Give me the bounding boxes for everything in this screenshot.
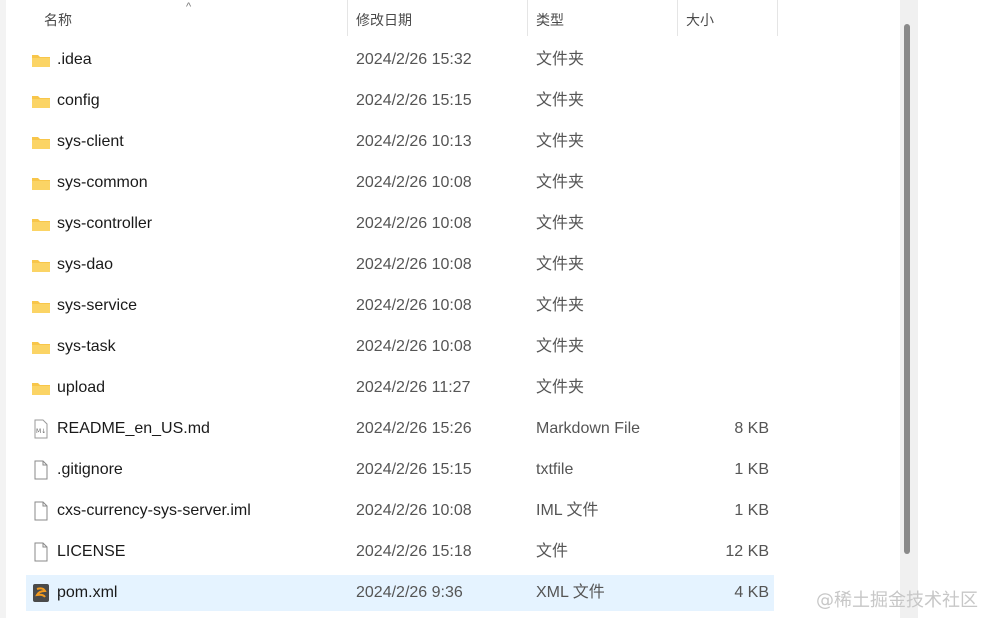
- file-row[interactable]: config 2024/2/26 15:15 文件夹: [26, 83, 774, 119]
- file-modified-date: 2024/2/26 10:08: [356, 297, 472, 314]
- markdown-file-icon: M↓: [31, 419, 51, 439]
- file-row[interactable]: M↓ README_en_US.md 2024/2/26 15:26 Markdown…: [26, 411, 774, 447]
- folder-icon: [31, 298, 51, 314]
- folder-icon: [31, 257, 51, 273]
- file-row[interactable]: LICENSE 2024/2/26 15:18 文件 12 KB: [26, 534, 774, 570]
- file-type: XML 文件: [536, 584, 605, 601]
- file-modified-date: 2024/2/26 9:36: [356, 584, 463, 601]
- column-header-type-label: 类型: [536, 12, 564, 28]
- file-modified-date: 2024/2/26 15:18: [356, 543, 472, 560]
- file-modified-date: 2024/2/26 15:15: [356, 92, 472, 109]
- folder-icon: [31, 216, 51, 232]
- file-size: 4 KB: [734, 584, 769, 601]
- file-name: upload: [57, 379, 106, 396]
- folder-icon: [31, 93, 51, 109]
- file-modified-date: 2024/2/26 15:15: [356, 461, 472, 478]
- file-type: IML 文件: [536, 502, 599, 519]
- file-name: pom.xml: [57, 584, 118, 601]
- file-modified-date: 2024/2/26 15:26: [356, 420, 472, 437]
- file-row[interactable]: pom.xml 2024/2/26 9:36 XML 文件 4 KB: [26, 575, 774, 611]
- file-row[interactable]: upload 2024/2/26 11:27 文件夹: [26, 370, 774, 406]
- file-name: .idea: [57, 51, 92, 68]
- file-size: 1 KB: [734, 502, 769, 519]
- file-name: config: [57, 92, 100, 109]
- column-header-size-label: 大小: [686, 12, 714, 28]
- column-header: 名称 ^ 修改日期 类型 大小: [0, 0, 900, 36]
- file-row[interactable]: sys-dao 2024/2/26 10:08 文件夹: [26, 247, 774, 283]
- file-row[interactable]: .gitignore 2024/2/26 15:15 txtfile 1 KB: [26, 452, 774, 488]
- column-header-size[interactable]: 大小: [678, 0, 778, 36]
- file-type: 文件夹: [536, 133, 585, 150]
- file-type: 文件夹: [536, 51, 585, 68]
- file-row[interactable]: sys-service 2024/2/26 10:08 文件夹: [26, 288, 774, 324]
- folder-icon: [31, 134, 51, 150]
- file-type: txtfile: [536, 461, 574, 478]
- xml-file-icon: [31, 583, 51, 602]
- file-row[interactable]: sys-controller 2024/2/26 10:08 文件夹: [26, 206, 774, 242]
- file-modified-date: 2024/2/26 10:08: [356, 215, 472, 232]
- left-edge: [0, 0, 6, 618]
- file-modified-date: 2024/2/26 10:08: [356, 502, 472, 519]
- file-name: sys-dao: [57, 256, 114, 273]
- file-name: sys-common: [57, 174, 148, 191]
- scrollbar-thumb[interactable]: [904, 24, 910, 554]
- file-icon: [31, 460, 51, 480]
- folder-icon: [31, 339, 51, 355]
- file-type: 文件夹: [536, 338, 585, 355]
- file-row[interactable]: sys-client 2024/2/26 10:13 文件夹: [26, 124, 774, 160]
- file-modified-date: 2024/2/26 11:27: [356, 379, 471, 396]
- file-type: 文件夹: [536, 92, 585, 109]
- column-header-type[interactable]: 类型: [528, 0, 678, 36]
- file-size: 1 KB: [734, 461, 769, 478]
- column-header-date[interactable]: 修改日期: [348, 0, 528, 36]
- file-icon: [31, 542, 51, 562]
- column-header-name[interactable]: 名称: [36, 0, 348, 36]
- column-header-name-label: 名称: [44, 12, 72, 28]
- file-name: sys-controller: [57, 215, 153, 232]
- folder-icon: [31, 175, 51, 191]
- column-header-date-label: 修改日期: [356, 12, 412, 28]
- file-modified-date: 2024/2/26 15:32: [356, 51, 472, 68]
- file-name: sys-service: [57, 297, 138, 314]
- svg-text:M↓: M↓: [36, 428, 46, 435]
- file-modified-date: 2024/2/26 10:08: [356, 338, 472, 355]
- file-type: 文件: [536, 543, 569, 560]
- file-name: README_en_US.md: [57, 420, 210, 437]
- file-row[interactable]: sys-common 2024/2/26 10:08 文件夹: [26, 165, 774, 201]
- file-modified-date: 2024/2/26 10:08: [356, 256, 472, 273]
- folder-icon: [31, 52, 51, 68]
- file-type: 文件夹: [536, 256, 585, 273]
- file-type: 文件夹: [536, 379, 585, 396]
- file-name: cxs-currency-sys-server.iml: [57, 502, 251, 519]
- file-size: 12 KB: [725, 543, 769, 560]
- file-modified-date: 2024/2/26 10:08: [356, 174, 472, 191]
- file-name: LICENSE: [57, 543, 126, 560]
- file-type: 文件夹: [536, 297, 585, 314]
- folder-icon: [31, 380, 51, 396]
- file-name: sys-task: [57, 338, 116, 355]
- file-size: 8 KB: [734, 420, 769, 437]
- file-name: sys-client: [57, 133, 124, 150]
- file-explorer: 名称 ^ 修改日期 类型 大小 .idea 2024/2/26 15:32 文件夹 c…: [0, 0, 918, 618]
- file-icon: [31, 501, 51, 521]
- file-row[interactable]: sys-task 2024/2/26 10:08 文件夹: [26, 329, 774, 365]
- sort-ascending-icon: ^: [186, 1, 192, 13]
- file-type: 文件夹: [536, 174, 585, 191]
- file-row[interactable]: cxs-currency-sys-server.iml 2024/2/26 10:…: [26, 493, 774, 529]
- file-name: .gitignore: [57, 461, 123, 478]
- file-modified-date: 2024/2/26 10:13: [356, 133, 472, 150]
- file-type: Markdown File: [536, 420, 641, 437]
- file-row[interactable]: .idea 2024/2/26 15:32 文件夹: [26, 42, 774, 78]
- watermark: @稀土掘金技术社区: [816, 590, 978, 611]
- file-type: 文件夹: [536, 215, 585, 232]
